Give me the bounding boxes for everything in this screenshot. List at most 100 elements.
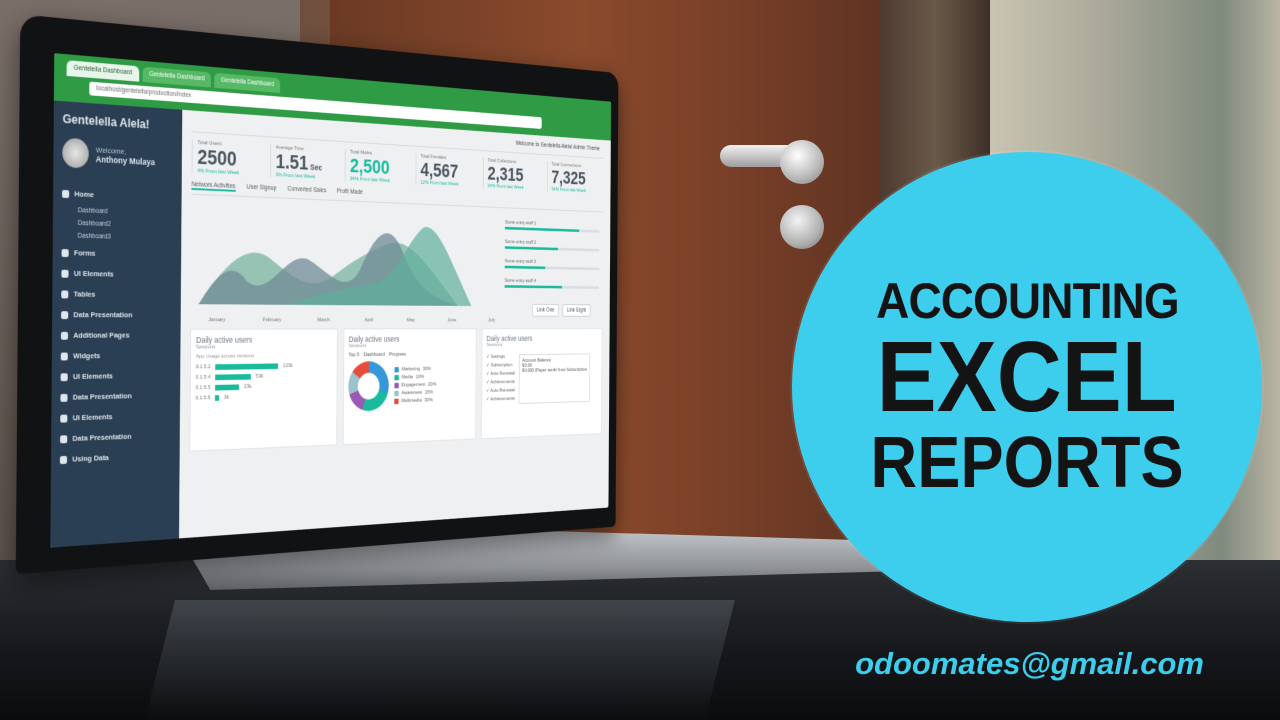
stat-value: 2,500 bbox=[349, 154, 390, 179]
usage-version: 0.1.5.6 bbox=[195, 395, 211, 402]
sidebar-item[interactable]: Widgets bbox=[60, 345, 173, 366]
donut-label: Marketing bbox=[401, 366, 421, 373]
user-name: Anthony Mulaya bbox=[95, 153, 155, 167]
sidebar-item-label: Data Presentation bbox=[73, 310, 133, 320]
usage-bar bbox=[215, 374, 252, 381]
chart-tab[interactable]: User Signup bbox=[247, 184, 277, 194]
chart-link-buttons: Link One Link Eight bbox=[532, 304, 591, 317]
title-badge: ACCOUNTING EXCEL REPORTS bbox=[792, 152, 1262, 622]
settings-check[interactable]: ✓ Auto Renewal bbox=[486, 370, 515, 377]
top-label: Top 5 bbox=[348, 352, 360, 359]
sidebar-item-label: UI Elements bbox=[73, 268, 114, 279]
sidebar-item[interactable]: Additional Pages bbox=[60, 325, 173, 346]
sidebar-nav: Home Dashboard Dashboard2 Dashboard3 Forms UI… bbox=[59, 183, 174, 470]
browser-tab[interactable]: Gentelella Dashboard bbox=[66, 60, 140, 82]
usage-version: 0.1.5.5 bbox=[195, 385, 211, 392]
settings-check[interactable]: ✓ Auto Renewal bbox=[486, 387, 515, 394]
donut-legend-item: Media 10% bbox=[394, 374, 436, 381]
chart-icon bbox=[60, 434, 68, 443]
legend-bar-fill bbox=[504, 246, 558, 251]
sidebar-item-label: Tables bbox=[73, 289, 96, 299]
legend-swatch bbox=[394, 367, 399, 373]
legend-item: Some entry stuff 3 bbox=[504, 259, 600, 271]
link-button[interactable]: Link One bbox=[532, 304, 559, 317]
legend-bar bbox=[504, 285, 599, 290]
chart-tab[interactable]: Converted Sales bbox=[287, 186, 326, 196]
month-label: April bbox=[364, 317, 374, 324]
panel-app-usage: Daily active users Sessions App Usage ac… bbox=[189, 328, 338, 452]
sidebar-item-label: Widgets bbox=[73, 351, 101, 361]
laptop-screen: Gentelella Dashboard Gentelella Dashboard… bbox=[50, 53, 612, 548]
panel-top-devices: Daily active users Sessions Top 5 Dashbo… bbox=[342, 328, 477, 446]
settings-checklist: ✓ Settings ✓ Subscription ✓ Auto Renewal ✓ … bbox=[486, 351, 515, 405]
usage-row: 0.1.5.6 3k bbox=[195, 393, 333, 402]
link-button[interactable]: Link Eight bbox=[562, 304, 591, 317]
device-header: Top 5 Dashboard Progress bbox=[348, 352, 472, 359]
browser-tab[interactable]: Gentelella Dashboard bbox=[214, 72, 281, 94]
donut-pct: 20% bbox=[428, 382, 437, 388]
legend-bar-fill bbox=[504, 285, 563, 289]
settings-check[interactable]: ✓ Subscription bbox=[486, 362, 515, 368]
home-icon bbox=[62, 189, 70, 198]
sidebar-item[interactable]: Tables bbox=[61, 284, 173, 305]
user-profile: Welcome, Anthony Mulaya bbox=[62, 137, 174, 173]
desk-reflection bbox=[145, 600, 735, 720]
settings-check[interactable]: ✓ Achievements bbox=[486, 396, 515, 403]
stat-card: Total Collections 2,315 34% From last Week bbox=[482, 157, 543, 192]
legend-swatch bbox=[394, 390, 399, 397]
sidebar-item[interactable]: UI Elements bbox=[61, 263, 173, 285]
sidebar-item[interactable]: Forms bbox=[61, 242, 172, 265]
usage-row: 0.1.5.5 23k bbox=[196, 383, 333, 391]
chart-tab[interactable]: Network Activities bbox=[191, 181, 236, 192]
month-label: July bbox=[488, 318, 496, 324]
usage-value: 23k bbox=[243, 384, 252, 391]
chart-tab[interactable]: Profit Made bbox=[337, 188, 363, 197]
area-chart-svg bbox=[198, 222, 472, 307]
brand-logo[interactable]: Gentelella Alela! bbox=[63, 111, 174, 133]
stat-card: Average Time 1.51 Sec 3% From last Week bbox=[270, 144, 340, 182]
sidebar-item[interactable]: Using Data bbox=[59, 445, 172, 470]
legend-item: Some entry stuff 4 bbox=[504, 278, 599, 290]
sidebar-item-label: Using Data bbox=[72, 453, 109, 464]
settings-check[interactable]: ✓ Settings bbox=[486, 354, 515, 360]
chart-icon bbox=[61, 310, 69, 319]
usage-value: 3k bbox=[224, 395, 230, 401]
donut-chart bbox=[348, 361, 389, 412]
device-label: Dashboard bbox=[363, 352, 385, 358]
panel-subtitle: Sessions bbox=[195, 344, 216, 351]
progress-label: Progress bbox=[388, 352, 406, 358]
donut-label: Media bbox=[401, 374, 414, 381]
sidebar-item-label: Forms bbox=[73, 248, 96, 258]
legend-bar-fill bbox=[504, 265, 546, 270]
donut-legend-item: Marketing 30% bbox=[394, 366, 437, 373]
bottom-panels: Daily active users Sessions App Usage ac… bbox=[189, 328, 603, 452]
usage-bar bbox=[215, 384, 240, 391]
donut-legend-item: Multimedia 30% bbox=[394, 398, 436, 405]
stat-value: 1.51 Sec bbox=[275, 149, 323, 175]
sidebar-item[interactable]: Data Presentation bbox=[61, 304, 173, 325]
account-balance: Account Balance $0.00 $0,000 (Paper wort… bbox=[518, 353, 591, 405]
usage-row: 0.1.5.2 123k bbox=[195, 363, 333, 371]
sidebar-item[interactable]: UI Elements bbox=[60, 365, 173, 387]
stat-card: Total Females 4,567 12% From last Week bbox=[415, 153, 478, 189]
legend-swatch bbox=[394, 383, 399, 389]
legend-label: Some entry stuff 4 bbox=[504, 278, 536, 285]
edit-icon bbox=[61, 248, 69, 257]
avatar[interactable] bbox=[62, 137, 89, 169]
usage-version: 0.1.5.2 bbox=[195, 364, 211, 371]
chart-legend: Some entry stuff 1 Some entry stuff 2 Some… bbox=[504, 220, 600, 299]
usage-version: 0.1.5.4 bbox=[195, 374, 211, 381]
contact-email[interactable]: odoomates@gmail.com bbox=[855, 646, 1204, 682]
browser-tab[interactable]: Gentelella Dashboard bbox=[142, 66, 212, 88]
stat-unit: Sec bbox=[308, 162, 323, 173]
sidebar-item-label: Data Presentation bbox=[72, 431, 132, 443]
settings-check[interactable]: ✓ Achievements bbox=[486, 379, 515, 386]
legend-swatch bbox=[394, 398, 399, 405]
balance-note: $0,000 (Paper worth Next Subscription bbox=[522, 367, 587, 374]
main-content: Welcome to Gentelella Alela! Admin Theme… bbox=[179, 110, 611, 539]
legend-item: Some entry stuff 2 bbox=[504, 240, 600, 252]
area-chart: January February March April May June July Som… bbox=[190, 200, 603, 323]
desktop-icon bbox=[61, 269, 69, 278]
sidebar-item-label: UI Elements bbox=[72, 371, 113, 381]
sidebar: Gentelella Alela! Welcome, Anthony Mulay… bbox=[50, 100, 183, 548]
